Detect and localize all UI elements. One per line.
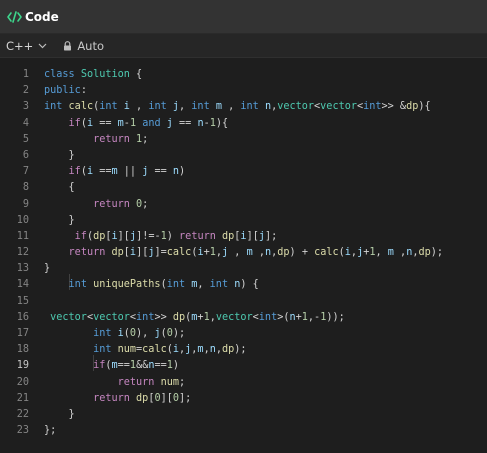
line-number: 15 [16, 295, 29, 307]
line-number: 13 [16, 263, 29, 275]
line-number: 1 [22, 69, 29, 80]
lock-icon [63, 40, 72, 51]
auto-mode-label: Auto [77, 38, 105, 53]
line-code: return dp[i][j]=calc(i+1,j , m ,n,dp) + … [68, 247, 444, 259]
line-number: 6 [22, 149, 29, 161]
panel-header: Code [0, 0, 487, 34]
line-code: int calc(int i , int j, int m , int n,ve… [44, 101, 431, 113]
code-panel: Code C++ Auto 1 class Solution { 2 public: 3… [0, 0, 487, 453]
line-number: 21 [16, 392, 29, 404]
line-code: return 1; [93, 133, 149, 145]
line-number: 5 [22, 133, 29, 145]
line-number: 3 [22, 101, 29, 113]
line-code: return dp[0][0]; [93, 392, 192, 404]
line-code: }; [44, 425, 57, 437]
line-number: 7 [22, 166, 29, 178]
line-code: if(dp[i][j]!=-1) return dp[i][j]; [74, 230, 278, 242]
line-number: 14 [16, 279, 29, 291]
language-label: C++ [6, 38, 34, 53]
line-number: 2 [22, 85, 29, 97]
line-code: return 0; [93, 198, 149, 210]
line-code: int uniquePaths(int m, int n) { [68, 279, 259, 291]
line-number: 19 [16, 360, 29, 372]
editor-toolbar: C++ Auto [0, 34, 487, 58]
line-code: } [44, 408, 75, 420]
line-number: 17 [16, 328, 29, 339]
line-code: vector<vector<int>> dp(m+1,vector<int>(n… [50, 311, 345, 323]
language-selector[interactable]: C++ [6, 39, 47, 53]
line-number: 9 [22, 198, 29, 210]
line-code: } [44, 263, 51, 275]
line-code: if(i ==m || j == n) [68, 166, 186, 178]
line-number: 18 [16, 344, 29, 356]
line-code: return num; [117, 376, 186, 388]
line-code: } [44, 214, 75, 226]
auto-mode-indicator: Auto [63, 39, 104, 53]
line-number: 16 [16, 311, 29, 323]
line-code: class Solution { [44, 69, 143, 80]
line-number: 23 [16, 425, 29, 437]
line-code: if(i == m-1 and j == n-1){ [68, 117, 229, 129]
line-code: } [44, 149, 75, 161]
line-number: 22 [16, 408, 29, 420]
line-number: 12 [16, 247, 29, 259]
line-code: { [44, 182, 75, 194]
line-number: 20 [16, 376, 29, 388]
panel-title: Code [25, 9, 59, 24]
line-number: 10 [16, 214, 29, 226]
chevron-down-icon [38, 43, 47, 49]
line-code: int num=calc(i,j,m,n,dp); [93, 344, 247, 356]
code-brackets-icon [7, 10, 22, 24]
code-editor[interactable]: 1 class Solution { 2 public: 3 int calc(int i… [0, 58, 487, 453]
line-code: public: [44, 85, 87, 97]
line-number: 4 [22, 117, 29, 129]
line-code: if(m==1&&n==1) [93, 360, 180, 372]
line-number: 11 [16, 230, 29, 242]
line-number: 8 [22, 182, 29, 194]
line-code: int i(0), j(0); [93, 328, 186, 339]
